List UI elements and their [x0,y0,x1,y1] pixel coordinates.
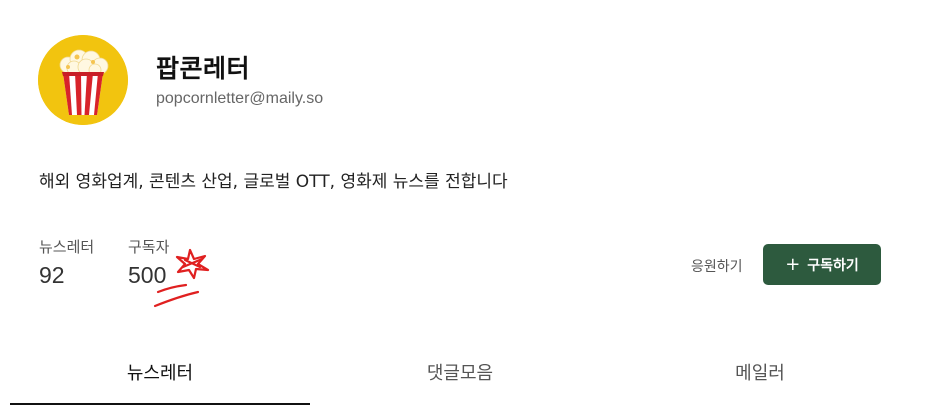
tab-comments[interactable]: 댓글모음 [310,345,610,405]
popcorn-icon [38,35,128,125]
active-tab-indicator [10,403,310,405]
newsletter-description: 해외 영화업계, 콘텐츠 산업, 글로벌 OTT, 영화제 뉴스를 전합니다 [39,172,508,192]
support-button[interactable]: 응원하기 [691,256,743,276]
newsletter-name: 팝콘레터 [156,54,251,83]
tab-bar: 뉴스레터 댓글모음 메일러 [10,345,910,405]
star-doodle-icon [175,248,210,280]
stat-newsletters-label: 뉴스레터 [39,238,95,256]
stat-subscribers-count: 500 [128,262,167,288]
tab-mailer-label: 메일러 [735,363,785,384]
tab-mailer[interactable]: 메일러 [610,345,910,405]
tab-comments-label: 댓글모음 [426,363,494,384]
stat-subscribers-label: 구독자 [128,238,170,256]
stat-subscribers: 구독자 500 [128,236,169,289]
subscribe-button-label: 구독하기 [807,257,859,274]
stat-newsletters-count: 92 [39,262,65,288]
avatar [38,35,128,125]
newsletter-email: popcornletter@maily.so [156,90,324,107]
stat-newsletters: 뉴스레터 92 [39,236,94,289]
plus-icon: + [785,253,801,275]
subscribe-button[interactable]: + 구독하기 [763,244,881,285]
tab-newsletters-label: 뉴스레터 [126,363,194,384]
tab-newsletters[interactable]: 뉴스레터 [10,345,310,405]
